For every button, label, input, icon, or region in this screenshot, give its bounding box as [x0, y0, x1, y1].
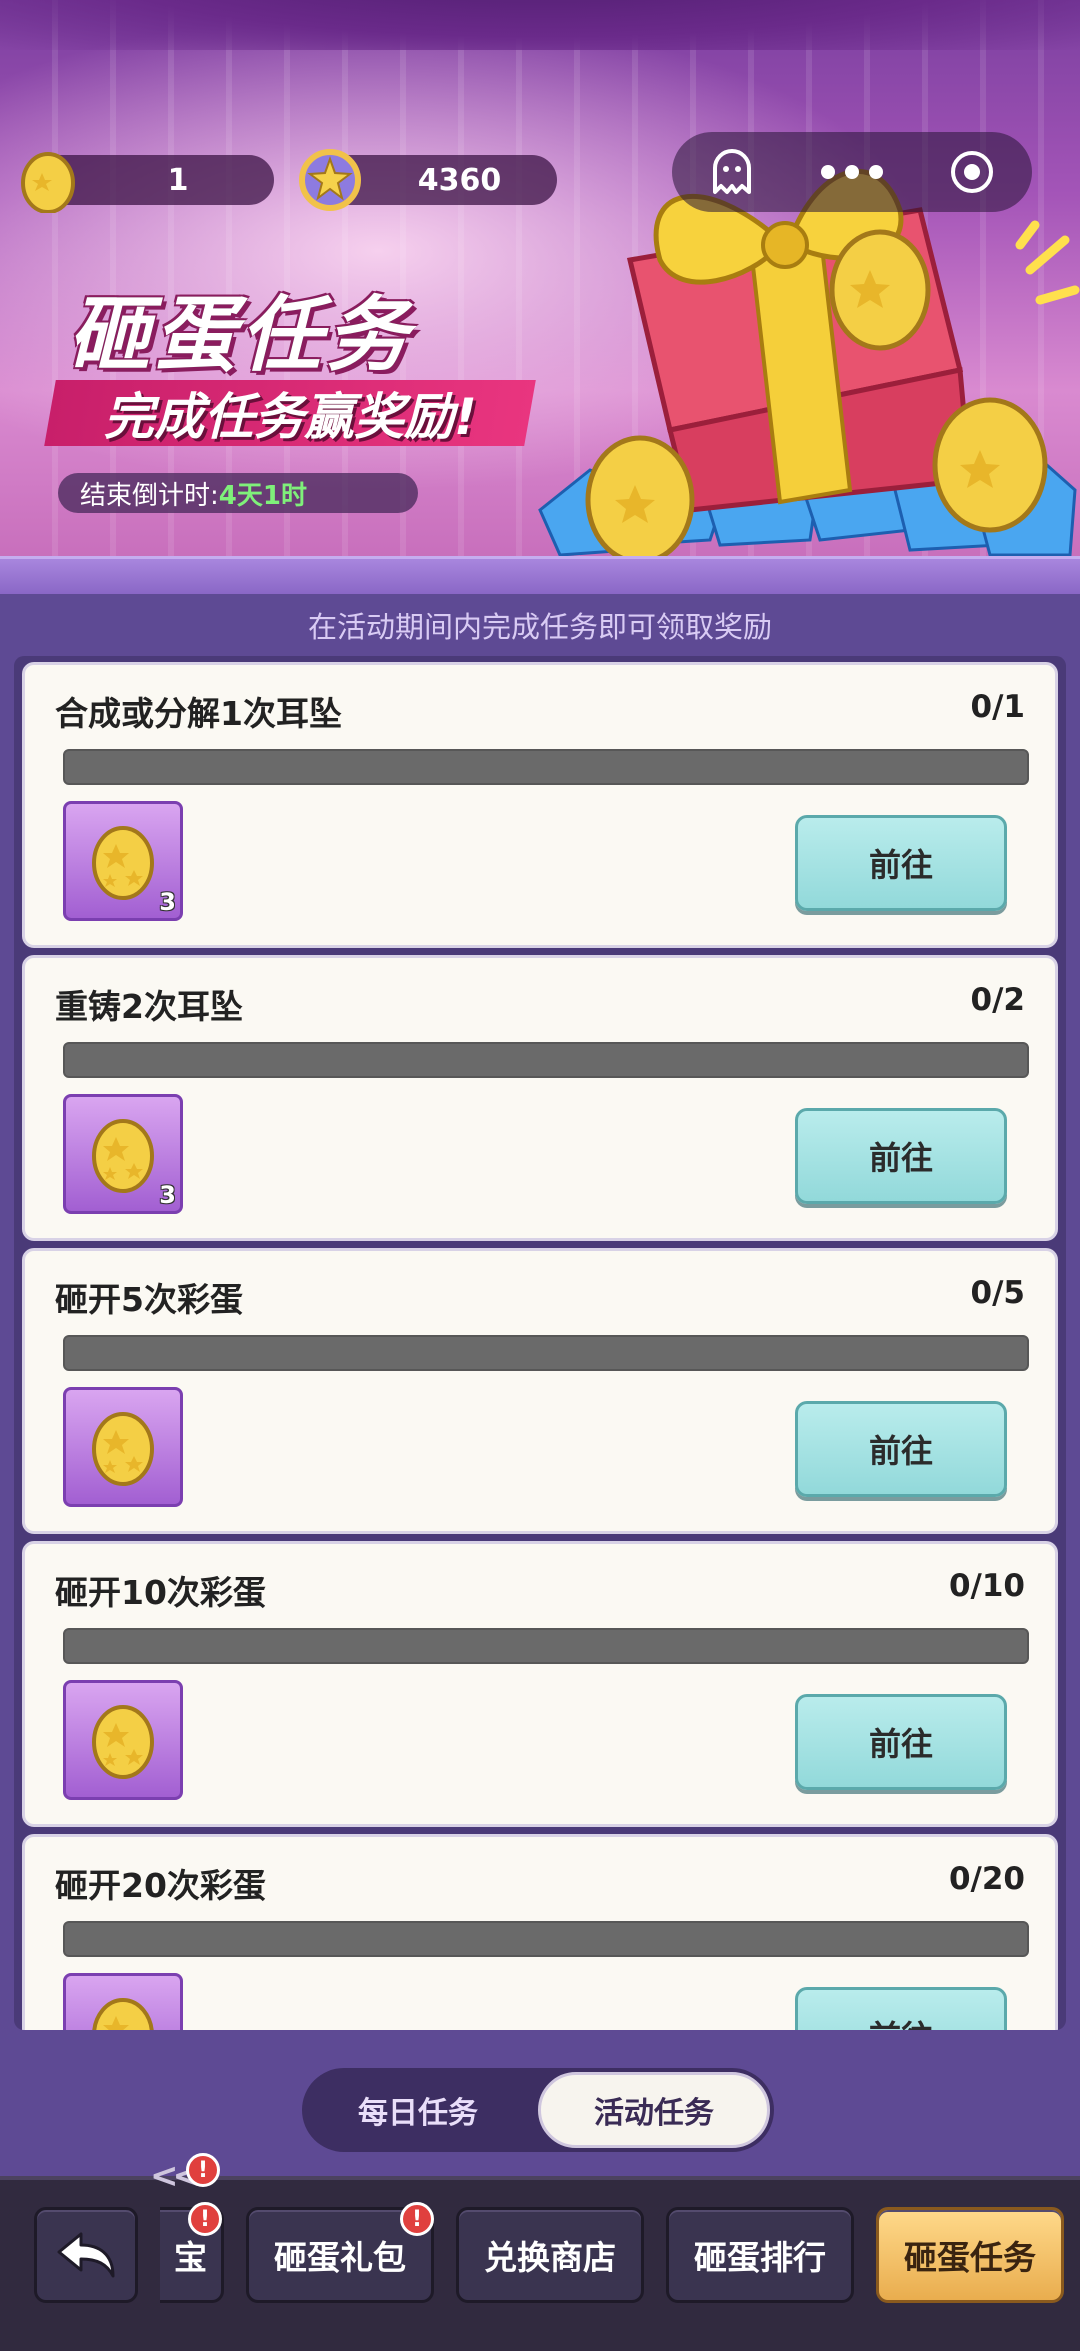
task-title: 砸开10次彩蛋 — [55, 1573, 266, 1612]
star-coin-icon — [299, 149, 361, 211]
task-title: 砸开5次彩蛋 — [55, 1280, 243, 1319]
task-card: 合成或分解1次耳坠 0/1 3 前往 — [22, 662, 1058, 948]
nav-egg-pack-badge: ! — [400, 2202, 434, 2236]
reward-quantity: 3 — [159, 888, 176, 916]
more-button[interactable] — [802, 132, 902, 212]
curtain-decoration — [0, 0, 1080, 50]
reward-slot[interactable] — [63, 1387, 183, 1507]
task-progress-bar — [63, 1921, 1029, 1957]
task-card: 砸开5次彩蛋 0/5 前往 — [22, 1248, 1058, 1534]
reward-slot[interactable] — [63, 1680, 183, 1800]
go-button[interactable]: 前往 — [795, 1108, 1007, 1204]
banner-title: 砸蛋任务 — [68, 288, 412, 383]
nav-egg-ranking-label: 砸蛋排行 — [694, 2238, 826, 2277]
ghost-icon — [713, 149, 751, 194]
reward-slot[interactable] — [63, 1973, 183, 2030]
go-button[interactable]: 前往 — [795, 1694, 1007, 1790]
egg-count: 1 — [167, 162, 189, 198]
task-progress-count: 0/5 — [970, 1275, 1025, 1311]
task-card: 砸开10次彩蛋 0/10 前往 — [22, 1541, 1058, 1827]
back-button[interactable] — [34, 2207, 138, 2303]
task-title: 重铸2次耳坠 — [55, 987, 243, 1026]
ghost-button[interactable] — [682, 132, 782, 212]
task-hint: 在活动期间内完成任务即可领取奖励 — [307, 610, 772, 644]
countdown-timer: 结束倒计时: 4天1时 — [58, 473, 418, 513]
golden-egg-icon — [92, 1705, 154, 1779]
star-count: 4360 — [417, 162, 502, 198]
nav-egg-tasks-label: 砸蛋任务 — [904, 2238, 1036, 2277]
reward-slot[interactable]: 3 — [63, 801, 183, 921]
go-button[interactable]: 前往 — [795, 1987, 1007, 2030]
scroll-alert-badge: ! — [186, 2153, 220, 2187]
golden-egg-icon — [92, 1119, 154, 1193]
tab-daily-tasks[interactable]: 每日任务 — [302, 2072, 534, 2148]
nav-exchange-shop-label: 兑换商店 — [484, 2238, 616, 2277]
miniprogram-capsule — [672, 132, 1032, 212]
task-card: 重铸2次耳坠 0/2 3 前往 — [22, 955, 1058, 1241]
go-button[interactable]: 前往 — [795, 1401, 1007, 1497]
task-progress-bar — [63, 749, 1029, 785]
task-progress-bar — [63, 1042, 1029, 1078]
golden-egg-icon — [92, 1998, 154, 2030]
nav-treasure-badge: ! — [188, 2202, 222, 2236]
task-progress-count: 0/20 — [948, 1861, 1025, 1897]
task-progress-count: 0/2 — [970, 982, 1025, 1018]
star-currency: 4360 — [299, 149, 557, 211]
golden-egg-icon — [92, 1412, 154, 1486]
task-list[interactable]: 合成或分解1次耳坠 0/1 3 前往 重铸2次耳坠 0/2 3 前往 砸开5次彩… — [14, 656, 1066, 2030]
task-title: 砸开20次彩蛋 — [55, 1866, 266, 1905]
task-card: 砸开20次彩蛋 0/20 前往 — [22, 1834, 1058, 2030]
more-dots-icon — [821, 165, 883, 179]
task-progress-bar — [63, 1628, 1029, 1664]
reward-slot[interactable]: 3 — [63, 1094, 183, 1214]
close-target-button[interactable] — [922, 132, 1022, 212]
task-title: 合成或分解1次耳坠 — [55, 694, 342, 733]
banner-subtitle-ribbon: 完成任务赢奖励! — [44, 380, 536, 446]
nav-egg-pack-label: 砸蛋礼包 — [274, 2238, 406, 2277]
go-button[interactable]: 前往 — [795, 815, 1007, 911]
event-banner: 1 4360 砸蛋任务 完成任务赢奖励! 结束倒计时: 4天1时 — [0, 0, 1080, 558]
nav-treasure-label: 宝 — [174, 2238, 207, 2277]
banner-floor — [0, 556, 1080, 594]
task-progress-count: 0/1 — [970, 689, 1025, 725]
nav-egg-ranking-button[interactable]: 砸蛋排行 — [666, 2207, 854, 2303]
task-tab-switch: 每日任务 活动任务 — [302, 2068, 774, 2152]
back-arrow-icon — [57, 2232, 115, 2278]
countdown-value: 4天1时 — [218, 480, 307, 511]
task-progress-count: 0/10 — [948, 1568, 1025, 1604]
tab-event-tasks[interactable]: 活动任务 — [538, 2072, 770, 2148]
countdown-label: 结束倒计时: — [80, 480, 219, 511]
target-close-icon — [951, 151, 993, 193]
golden-egg-icon — [21, 152, 75, 213]
task-progress-bar — [63, 1335, 1029, 1371]
reward-quantity: 3 — [159, 1181, 176, 1209]
golden-egg-icon — [92, 826, 154, 900]
nav-exchange-shop-button[interactable]: 兑换商店 — [456, 2207, 644, 2303]
banner-subtitle: 完成任务赢奖励! — [103, 388, 477, 446]
nav-egg-tasks-button[interactable]: 砸蛋任务 — [876, 2207, 1064, 2303]
egg-currency: 1 — [21, 152, 274, 213]
